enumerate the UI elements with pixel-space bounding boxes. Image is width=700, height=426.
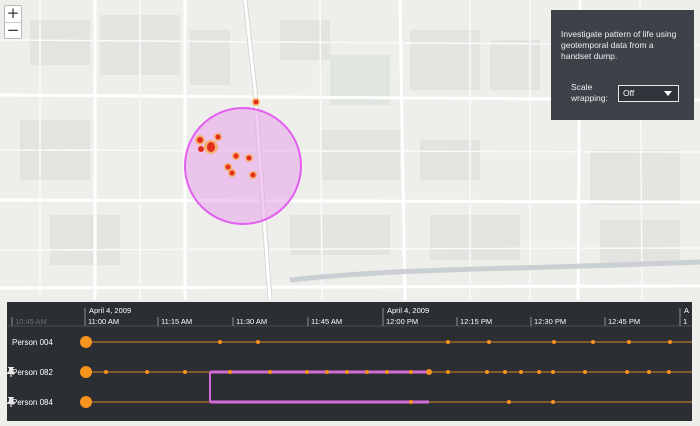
tick-label-1045: 10:45 AM — [15, 317, 47, 326]
scale-wrapping-value: Off — [623, 87, 635, 98]
row-label-person-084[interactable]: Person 084 — [12, 398, 53, 407]
caret-down-icon — [664, 90, 672, 96]
scale-wrapping-select[interactable]: Off — [618, 84, 679, 102]
timeline[interactable]: April 4, 2009 April 4, 2009 A 10:45 AM 1… — [7, 302, 692, 421]
tick-label-1100: 11:00 AM — [88, 317, 120, 326]
row-label-person-004[interactable]: Person 004 — [12, 338, 53, 347]
scale-wrapping-label: Scale wrapping: — [571, 82, 608, 103]
tick-label-1130: 11:30 AM — [236, 317, 268, 326]
zoom-control: + − — [4, 5, 22, 39]
panel-description: Investigate pattern of life using geotem… — [561, 29, 677, 61]
tick-label-0100: 1 — [683, 317, 688, 326]
scale-wrapping-row: Scale wrapping: Off — [571, 82, 679, 104]
info-panel: Investigate pattern of life using geotem… — [551, 10, 694, 120]
tick-label-1115: 11:15 AM — [161, 317, 193, 326]
pin-icon[interactable] — [7, 397, 15, 407]
tick-label-1145: 11:45 AM — [311, 317, 343, 326]
date-label-3: A — [684, 306, 690, 315]
row-label-person-082[interactable]: Person 082 — [12, 368, 53, 377]
date-label-1: April 4, 2009 — [89, 306, 132, 315]
tick-label-1245: 12:45 PM — [608, 317, 641, 326]
zoom-in-button[interactable]: + — [5, 6, 21, 22]
pin-icon[interactable] — [7, 367, 15, 377]
tick-label-1215: 12:15 PM — [460, 317, 493, 326]
zoom-out-button[interactable]: − — [5, 22, 21, 38]
date-label-2: April 4, 2009 — [387, 306, 430, 315]
tick-label-1230: 12:30 PM — [534, 317, 567, 326]
tick-label-1200: 12:00 PM — [386, 317, 419, 326]
